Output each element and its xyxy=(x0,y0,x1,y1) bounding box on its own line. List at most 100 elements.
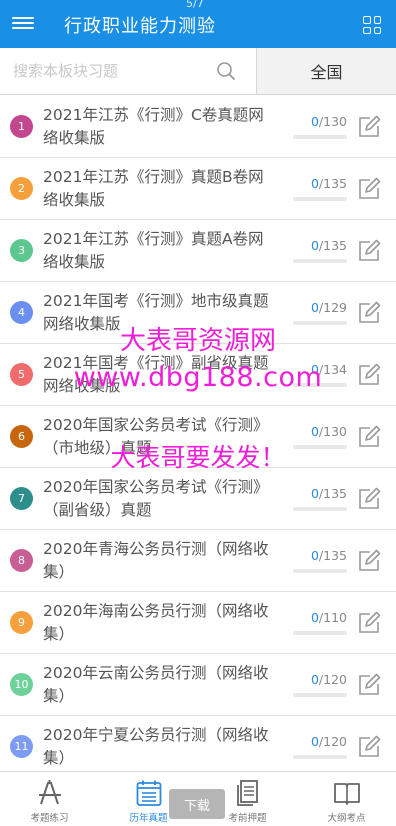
item-number-badge: 9 xyxy=(10,611,33,634)
search-bar: 全国 xyxy=(0,48,396,95)
item-total-count: /135 xyxy=(318,486,347,501)
item-progress-text: 0/130 xyxy=(293,424,347,439)
item-progress-bar xyxy=(293,383,347,387)
list-item[interactable]: 9 2020年海南公务员行测（网络收集） 0/110 xyxy=(0,592,396,654)
list-item[interactable]: 4 2021年国考《行测》地市级真题网络收集版 0/129 xyxy=(0,282,396,344)
item-title: 2021年江苏《行测》真题A卷网络收集版 xyxy=(43,230,264,271)
item-total-count: /134 xyxy=(318,362,347,377)
item-progress-text: 0/134 xyxy=(293,362,347,377)
item-total-count: /135 xyxy=(318,238,347,253)
edit-icon[interactable] xyxy=(357,735,381,759)
item-done-count: 0 xyxy=(310,424,319,439)
item-progress-text: 0/135 xyxy=(293,176,347,191)
edit-icon[interactable] xyxy=(357,363,381,387)
item-progress-bar xyxy=(293,321,347,325)
item-number-badge: 7 xyxy=(10,487,33,510)
item-number-badge: 4 xyxy=(10,301,33,324)
book-icon xyxy=(333,783,360,805)
document-icon xyxy=(236,780,258,806)
list-item[interactable]: 5 2021年国考《行测》副省级真题网络收集版 0/134 xyxy=(0,344,396,406)
item-done-count: 0 xyxy=(310,486,319,501)
list-item[interactable]: 1 2021年江苏《行测》C卷真题网络收集版 0/130 xyxy=(0,96,396,158)
search-icon[interactable] xyxy=(216,61,236,81)
item-title: 2021年江苏《行测》C卷真题网络收集版 xyxy=(43,106,264,147)
list-item[interactable]: 3 2021年江苏《行测》真题A卷网络收集版 0/135 xyxy=(0,220,396,282)
item-total-count: /135 xyxy=(318,548,347,563)
item-progress-bar xyxy=(293,631,347,635)
edit-icon[interactable] xyxy=(357,611,381,635)
item-done-count: 0 xyxy=(310,176,319,191)
menu-icon[interactable] xyxy=(12,14,34,34)
item-total-count: /120 xyxy=(318,734,347,749)
item-number-badge: 3 xyxy=(10,239,33,262)
region-scope-button[interactable]: 全国 xyxy=(256,48,396,94)
item-progress-bar xyxy=(293,445,347,449)
item-total-count: /110 xyxy=(318,610,347,625)
item-progress-bar xyxy=(293,755,347,759)
edit-icon[interactable] xyxy=(357,301,381,325)
calendar-icon xyxy=(136,780,161,806)
item-number-badge: 10 xyxy=(10,673,33,696)
item-progress-text: 0/130 xyxy=(293,114,347,129)
item-number-badge: 11 xyxy=(10,735,33,758)
item-done-count: 0 xyxy=(310,238,319,253)
item-title: 2021年国考《行测》地市级真题网络收集版 xyxy=(43,292,269,333)
item-done-count: 0 xyxy=(310,114,319,129)
item-progress-text: 0/129 xyxy=(293,300,347,315)
item-done-count: 0 xyxy=(310,362,319,377)
item-progress-text: 0/120 xyxy=(293,734,347,749)
item-title: 2020年云南公务员行测（网络收集） xyxy=(43,664,269,705)
item-title: 2020年宁夏公务员行测（网络收集） xyxy=(43,726,269,767)
item-number-badge: 6 xyxy=(10,425,33,448)
list-item[interactable]: 8 2020年青海公务员行测（网络收集） 0/135 xyxy=(0,530,396,592)
tab-syllabus[interactable]: 大纲考点 xyxy=(297,772,396,826)
item-progress-text: 0/120 xyxy=(293,672,347,687)
item-title: 2020年国家公务员考试《行测》（市地级）真题 xyxy=(43,416,269,457)
item-title: 2020年国家公务员考试《行测》（副省级）真题 xyxy=(43,478,269,519)
tab-practice[interactable]: 考题练习 xyxy=(0,772,99,826)
page-title: 行政职业能力测验 xyxy=(64,16,216,37)
edit-icon[interactable] xyxy=(357,177,381,201)
download-button[interactable]: 下载 xyxy=(169,789,225,819)
edit-icon[interactable] xyxy=(357,549,381,573)
edit-icon[interactable] xyxy=(357,239,381,263)
practice-icon xyxy=(38,780,61,805)
item-done-count: 0 xyxy=(310,610,319,625)
edit-icon[interactable] xyxy=(357,425,381,449)
item-total-count: /129 xyxy=(318,300,347,315)
item-total-count: /130 xyxy=(318,114,347,129)
item-number-badge: 1 xyxy=(10,115,33,138)
item-done-count: 0 xyxy=(310,672,319,687)
item-number-badge: 2 xyxy=(10,177,33,200)
top-app-bar: 5/7 行政职业能力测验 xyxy=(0,0,396,48)
item-done-count: 0 xyxy=(310,734,319,749)
list-item[interactable]: 10 2020年云南公务员行测（网络收集） 0/120 xyxy=(0,654,396,716)
tab-label: 考前押题 xyxy=(228,813,267,824)
item-title: 2020年青海公务员行测（网络收集） xyxy=(43,540,269,581)
edit-icon[interactable] xyxy=(357,673,381,697)
list-item[interactable]: 6 2020年国家公务员考试《行测》（市地级）真题 0/130 xyxy=(0,406,396,468)
item-done-count: 0 xyxy=(310,300,319,315)
item-progress-bar xyxy=(293,259,347,263)
list-item[interactable]: 7 2020年国家公务员考试《行测》（副省级）真题 0/135 xyxy=(0,468,396,530)
item-done-count: 0 xyxy=(310,548,319,563)
edit-icon[interactable] xyxy=(357,487,381,511)
edit-icon[interactable] xyxy=(357,115,381,139)
item-title: 2021年国考《行测》副省级真题网络收集版 xyxy=(43,354,269,395)
tab-label: 历年真题 xyxy=(129,813,168,824)
item-progress-bar xyxy=(293,569,347,573)
item-total-count: /120 xyxy=(318,672,347,687)
item-progress-text: 0/110 xyxy=(293,610,347,625)
grid-view-icon[interactable] xyxy=(363,16,381,34)
list-item[interactable]: 11 2020年宁夏公务员行测（网络收集） 0/120 xyxy=(0,716,396,778)
item-progress-text: 0/135 xyxy=(293,238,347,253)
list-item[interactable]: 2 2021年江苏《行测》真题B卷网络收集版 0/135 xyxy=(0,158,396,220)
item-progress-text: 0/135 xyxy=(293,486,347,501)
item-progress-bar xyxy=(293,693,347,697)
item-progress-bar xyxy=(293,197,347,201)
tab-label: 考题练习 xyxy=(30,813,69,824)
item-progress-bar xyxy=(293,507,347,511)
exam-list: 1 2021年江苏《行测》C卷真题网络收集版 0/130 2 2021年江苏《行测》真题… xyxy=(0,96,396,778)
item-title: 2021年江苏《行测》真题B卷网络收集版 xyxy=(43,168,264,209)
item-total-count: /135 xyxy=(318,176,347,191)
